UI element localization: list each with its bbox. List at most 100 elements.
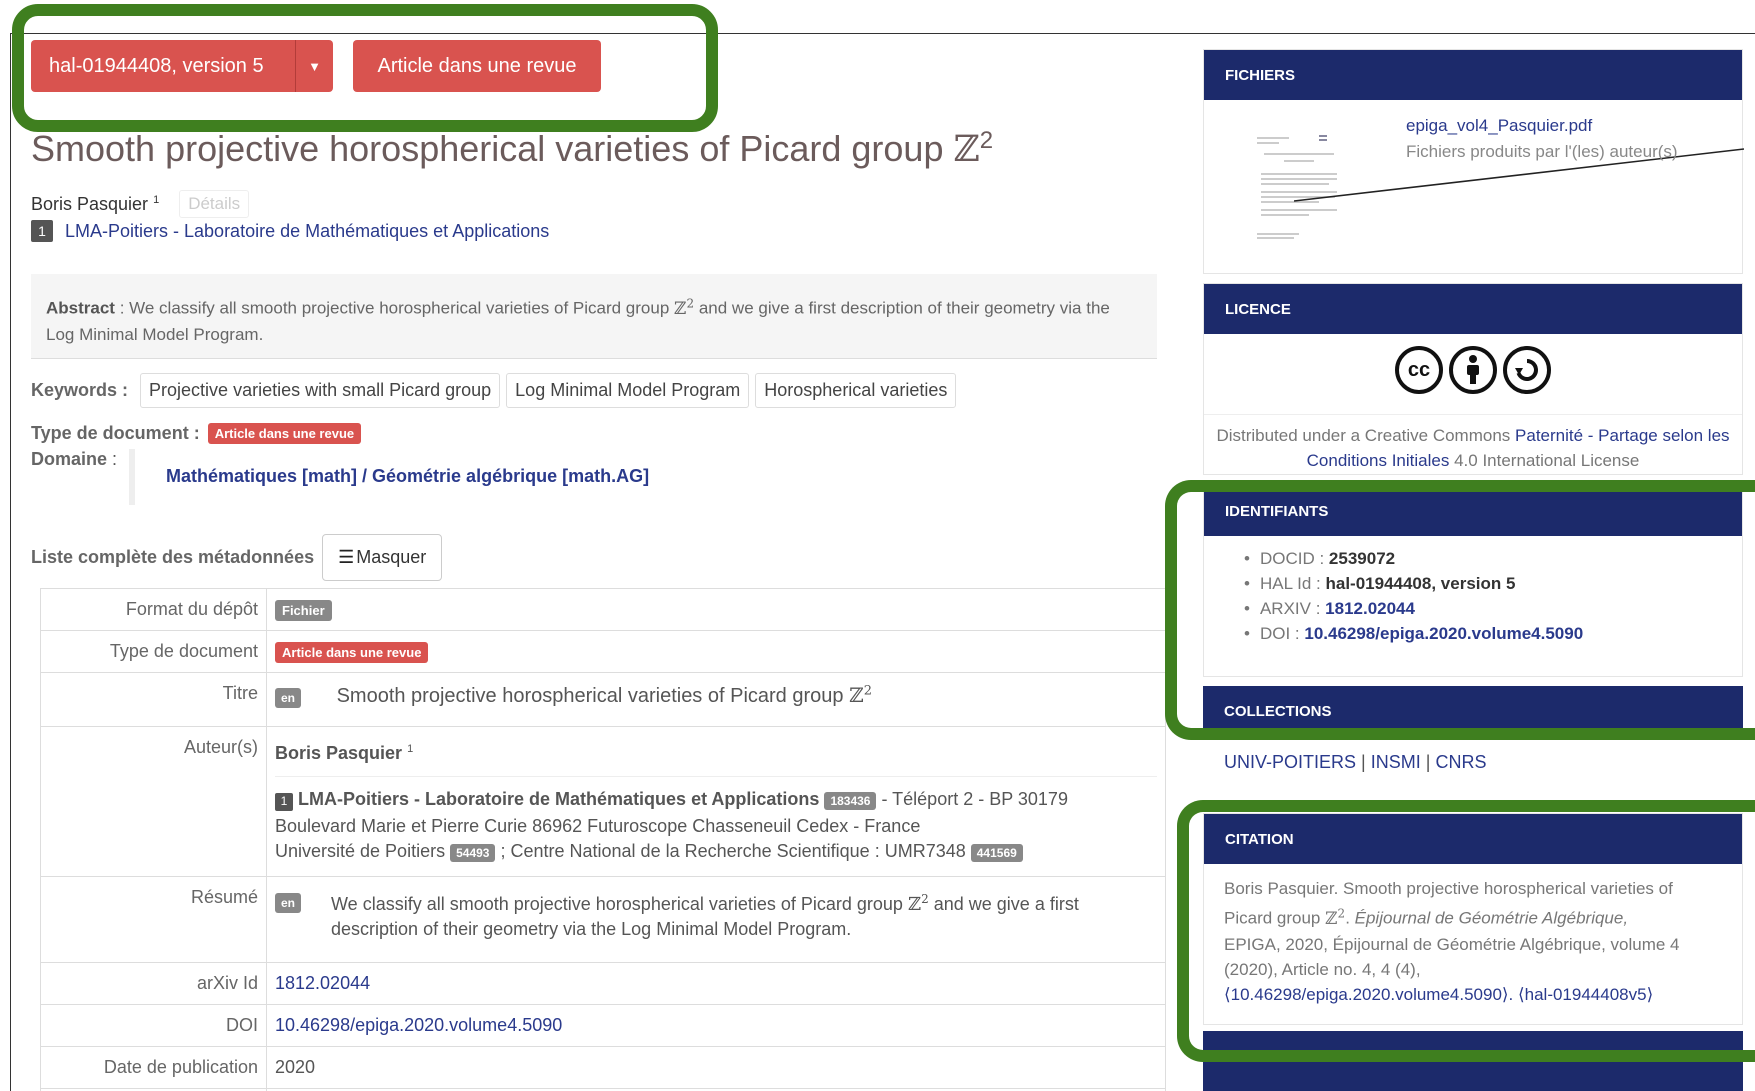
format-badge: Fichier [275,600,332,621]
metadata-label: Liste complète des métadonnées [31,547,315,567]
doc-type-button[interactable]: Article dans une revue [353,40,601,92]
affiliation-tutelles: Université de Poitiers 54493 ; Centre Na… [275,839,1157,866]
table-row: arXiv Id 1812.02044 [40,962,1166,1005]
row-value: en Smooth projective horospherical varie… [266,672,1166,727]
list-item: DOCID : 2539072 [1244,546,1742,571]
lang-wrap: en [275,887,331,942]
keywords-label: Keywords : [31,380,129,400]
collection-link[interactable]: INSMI [1371,752,1421,772]
panel-title: IDENTIFIANTS [1204,486,1742,536]
keywords-row: Keywords : Projective varieties with sma… [31,373,957,408]
abstract-math: ℤ2 [674,296,695,319]
citation-text: Boris Pasquier. Smooth projective horosp… [1204,864,1742,1019]
row-value: en We classify all smooth projective hor… [266,876,1166,963]
affiliation-name[interactable]: LMA-Poitiers - Laboratoire de Mathématiq… [298,789,819,809]
top-border [10,33,1755,34]
masquer-label: Masquer [356,547,427,567]
citation-links[interactable]: ⟨10.46298/epiga.2020.volume4.5090⟩. ⟨hal… [1224,982,1722,1007]
left-border [10,33,11,1091]
list-item[interactable]: DOI : 10.46298/epiga.2020.volume4.5090 [1244,621,1742,646]
masquer-button[interactable]: ☰ Masquer [322,534,443,581]
collections-panel: COLLECTIONS [1203,686,1743,736]
fichiers-panel: FICHIERS epiga_vol4_Pasquier.pdf Fichier… [1203,49,1744,274]
row-value: Fichier [266,588,1166,631]
resume-text: We classify all smooth projective horosp… [331,892,1079,939]
file-description: Fichiers produits par l'(les) auteur(s) [1406,142,1678,161]
table-row: Résumé en We classify all smooth project… [40,876,1166,963]
affiliation-number: 1 [275,792,293,811]
author-line: Boris Pasquier 1 Détails [31,190,250,218]
file-link[interactable]: epiga_vol4_Pasquier.pdf [1406,116,1592,136]
list-icon: ☰ [338,547,355,567]
author-name[interactable]: Boris Pasquier 1 [31,194,159,215]
affiliation-entry: 1 LMA-Poitiers - Laboratoire de Mathémat… [275,787,1157,814]
row-key: Titre [40,672,267,727]
citation-panel: CITATION Boris Pasquier. Smooth projecti… [1203,813,1743,1025]
table-row: Auteur(s) Boris Pasquier 1 1 LMA-Poitier… [40,726,1166,877]
keyword-tag[interactable]: Projective varieties with small Picard g… [140,373,501,408]
row-key: Date de publication [40,1046,267,1089]
abstract-box: Abstract : We classify all smooth projec… [31,274,1157,359]
keyword-tag[interactable]: Log Minimal Model Program [506,373,750,408]
cc-icon: cc [1395,346,1443,394]
table-row: Type de document Article dans une revue [40,630,1166,673]
page-title: Smooth projective horospherical varietie… [31,127,993,170]
details-button[interactable]: Détails [179,190,250,218]
row-key: Résumé [40,876,267,963]
row-value: Boris Pasquier 1 1 LMA-Poitiers - Labora… [266,726,1166,877]
row-value: 2020 [266,1046,1166,1089]
version-dropdown-button[interactable]: hal-01944408, version 5 ▼ [31,40,333,92]
keyword-tag[interactable]: Horospherical varieties [755,373,957,408]
row-key: arXiv Id [40,962,267,1005]
table-row: Format du dépôt Fichier [40,588,1166,631]
affiliation-line: 1 LMA-Poitiers - Laboratoire de Mathémat… [31,220,549,242]
doctype-badge: Article dans une revue [207,423,362,444]
metadata-header: Liste complète des métadonnées ☰ Masquer [31,534,443,581]
version-label: hal-01944408, version 5 [49,54,264,77]
domaine-divider [129,449,135,505]
chevron-down-icon[interactable]: ▼ [295,40,333,92]
author-entry: Boris Pasquier 1 [275,743,414,763]
title-sup: 2 [979,127,994,154]
list-item[interactable]: ARXIV : 1812.02044 [1244,596,1742,621]
row-value: Article dans une revue [266,630,1166,673]
identifiants-panel: IDENTIFIANTS DOCID : 2539072 HAL Id : ha… [1203,485,1743,677]
divider [275,776,1157,777]
licence-text: Distributed under a Creative Commons Pat… [1204,414,1742,473]
row-key: Auteur(s) [40,726,267,877]
identifiers-list: DOCID : 2539072 HAL Id : hal-01944408, v… [1204,546,1742,646]
cc-icons[interactable]: cc [1204,346,1742,394]
doi-link[interactable]: 10.46298/epiga.2020.volume4.5090 [266,1004,1166,1047]
title-text: Smooth projective horospherical varietie… [31,128,944,169]
abstract-text-a: We classify all smooth projective horosp… [129,298,670,318]
resume-math: ℤ2 [907,892,929,915]
affiliation-address-2: Boulevard Marie et Pierre Curie 86962 Fu… [275,816,921,836]
row-key: Type de document [40,630,267,673]
type-badge: Article dans une revue [275,642,429,663]
structure-id-badge: 54493 [450,844,496,862]
panel-title: LICENCE [1204,284,1742,334]
next-panel-header [1203,1031,1743,1091]
title-math: ℤ2 [849,683,872,707]
affiliation-link[interactable]: LMA-Poitiers - Laboratoire de Mathématiq… [65,221,549,242]
domaine-link[interactable]: Mathématiques [math] / Géométrie algébri… [166,466,649,487]
doctype-row: Type de document : Article dans une revu… [31,423,362,444]
abstract-label: Abstract [46,298,115,318]
domaine-label: Domaine : [31,449,118,469]
table-row: DOI 10.46298/epiga.2020.volume4.5090 [40,1004,1166,1047]
table-row: Titre en Smooth projective horospherical… [40,672,1166,727]
lang-badge: en [275,893,302,913]
resume-block: en We classify all smooth projective hor… [275,887,1157,942]
collection-link[interactable]: CNRS [1435,752,1486,772]
list-item: HAL Id : hal-01944408, version 5 [1244,571,1742,596]
lang-badge: en [275,688,302,708]
affiliation-address: - Téléport 2 - BP 30179 [881,789,1068,809]
metadata-table: Format du dépôt Fichier Type de document… [40,588,1166,1091]
panel-title: COLLECTIONS [1203,686,1743,736]
collection-link[interactable]: UNIV-POITIERS [1224,752,1356,772]
arxiv-link[interactable]: 1812.02044 [266,962,1166,1005]
collections-list: UNIV-POITIERS | INSMI | CNRS [1224,752,1487,772]
title-value: Smooth projective horospherical varietie… [336,685,844,707]
licence-panel: LICENCE cc Distributed under a Creative … [1203,283,1743,475]
panel-title: FICHIERS [1204,50,1742,100]
